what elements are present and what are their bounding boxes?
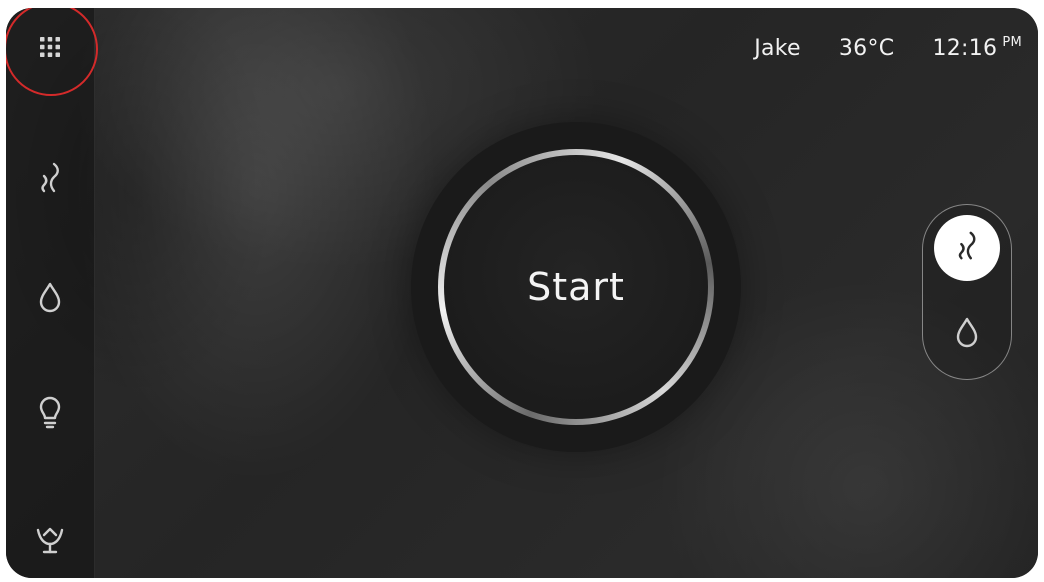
light-bulb-icon <box>37 396 63 430</box>
water-drop-icon <box>38 281 62 313</box>
clock-time: 12:16 <box>932 36 998 61</box>
start-button[interactable]: Start <box>438 149 714 425</box>
sidebar-item-aroma[interactable] <box>20 510 80 570</box>
water-drop-icon <box>955 316 979 352</box>
clock-ampm: PM <box>1002 35 1022 50</box>
mode-option-steam[interactable] <box>934 215 1000 281</box>
user-name: Jake <box>754 36 801 61</box>
device-screen: Jake 36°C 12:16 PM Start <box>6 8 1038 578</box>
clock: 12:16 PM <box>932 34 1022 64</box>
sidebar-item-menu[interactable] <box>20 17 80 77</box>
start-label: Start <box>527 265 625 309</box>
temperature-readout: 36°C <box>838 36 895 61</box>
sidebar-item-water[interactable] <box>20 267 80 327</box>
status-bar: Jake 36°C 12:16 PM <box>754 34 1038 64</box>
grid-menu-icon <box>39 36 61 58</box>
mode-toggle <box>922 204 1012 380</box>
sidebar-item-light[interactable] <box>20 383 80 443</box>
mode-option-water[interactable] <box>934 301 1000 367</box>
steam-icon <box>952 229 982 267</box>
sidebar-item-steam[interactable] <box>20 148 80 208</box>
lotus-icon <box>35 525 65 555</box>
start-button-face: Start <box>444 155 708 419</box>
steam-icon <box>34 160 66 196</box>
sidebar <box>6 8 98 578</box>
